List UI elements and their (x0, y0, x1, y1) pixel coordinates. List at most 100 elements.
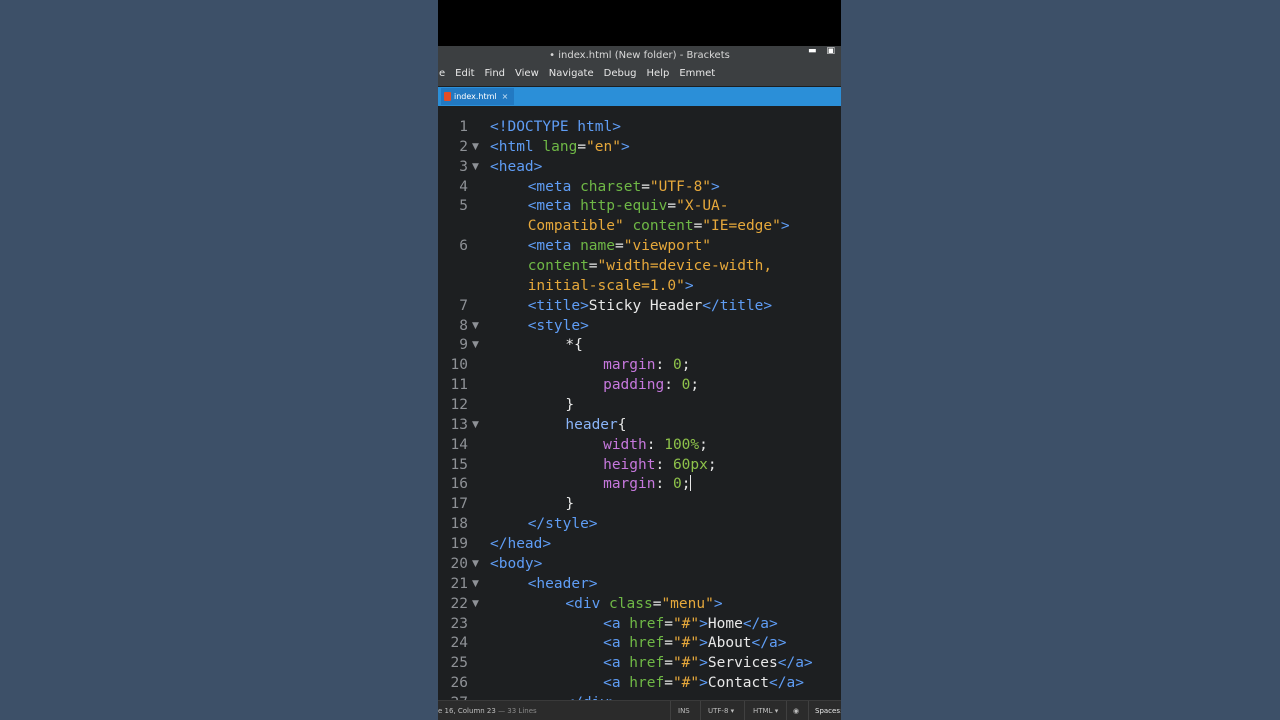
code-token-tag: <body> (490, 555, 543, 572)
fold-toggle-icon[interactable]: ▼ (472, 415, 479, 435)
code-line[interactable]: 10 margin: 0; (438, 355, 841, 375)
code-token-text: Sticky Header (588, 297, 703, 314)
code-token-tag: <a (603, 655, 621, 672)
code-line[interactable]: 21 ▼ <header> (438, 574, 841, 594)
code-line[interactable]: initial-scale=1.0"> (438, 276, 841, 296)
code-line[interactable]: 18 </style> (438, 514, 841, 534)
line-number: 17 (450, 496, 468, 513)
line-number: 18 (450, 516, 468, 533)
code-line[interactable]: 19 </head> (438, 534, 841, 554)
code-text: <a href="#">Home</a> (603, 614, 778, 634)
code-token-num: 0 (672, 476, 682, 493)
code-line[interactable]: 20 ▼ <body> (438, 554, 841, 574)
code-token-text: ; (707, 456, 717, 473)
code-line[interactable]: 8 ▼ <style> (438, 316, 841, 336)
fold-toggle-icon[interactable]: ▼ (472, 157, 479, 177)
menu-debug[interactable]: Debug (599, 66, 642, 86)
status-bar: e 16, Column 23 — 33 Lines INS UTF-8 ▾ H… (438, 700, 841, 720)
fold-toggle-icon[interactable]: ▼ (472, 137, 479, 157)
minimize-icon[interactable]: ▬ (808, 46, 817, 60)
menu-edit[interactable]: Edit (450, 66, 479, 86)
code-text: </head> (490, 534, 551, 554)
code-line[interactable]: 15 height: 60px; (438, 455, 841, 475)
code-line[interactable]: 26 <a href="#">Contact</a> (438, 673, 841, 693)
code-line[interactable]: 9 ▼ *{ (438, 335, 841, 355)
code-token-tag: > (711, 178, 720, 195)
code-token-tag: > (780, 218, 790, 235)
language-select[interactable]: HTML ▾ (753, 701, 778, 720)
insert-mode[interactable]: INS (678, 701, 690, 720)
code-text: initial-scale=1.0"> (528, 276, 694, 296)
line-number: 1 (459, 119, 468, 135)
code-token-tag: </a> (742, 615, 778, 632)
line-number: 26 (450, 675, 468, 692)
line-number: 5 (459, 198, 468, 215)
code-line[interactable]: 14 width: 100%; (438, 435, 841, 455)
code-token-punct: = (693, 218, 703, 235)
code-token-punct: = (588, 258, 598, 275)
fold-toggle-icon[interactable]: ▼ (472, 335, 479, 355)
menu-emmet[interactable]: Emmet (674, 66, 720, 86)
code-line[interactable]: 24 <a href="#">About</a> (438, 633, 841, 653)
code-token-punct: = (641, 178, 650, 195)
line-number: 7 (459, 297, 468, 314)
code-line[interactable]: 1 <!DOCTYPE html> (438, 117, 841, 137)
code-token-tag: </style> (527, 516, 598, 533)
code-line[interactable]: 3 ▼ <head> (438, 157, 841, 177)
linter-icon[interactable]: ◉ (793, 701, 799, 720)
code-line[interactable]: 13 ▼ header{ (438, 415, 841, 435)
code-token-text: } (565, 397, 575, 414)
code-token-prop: margin (603, 476, 656, 493)
code-line[interactable]: 2 ▼ <html lang="en"> (438, 137, 841, 157)
code-text: } (565, 395, 574, 415)
code-line[interactable]: content="width=device-width, (438, 256, 841, 276)
line-number: 2 (459, 138, 468, 155)
code-token-punct: = (667, 198, 677, 215)
menu-file[interactable]: e (438, 66, 450, 86)
code-token-tag: <!DOCTYPE html> (490, 119, 621, 135)
status-divider (670, 701, 671, 720)
code-line[interactable]: 27 </div> (438, 693, 841, 700)
code-token-tag: > (620, 138, 630, 155)
code-token-text: : (655, 476, 673, 493)
fold-toggle-icon[interactable]: ▼ (472, 594, 479, 614)
code-line[interactable]: Compatible" content="IE=edge"> (438, 216, 841, 236)
fold-toggle-icon[interactable]: ▼ (472, 316, 479, 336)
code-line[interactable]: 6 <meta name="viewport" (438, 236, 841, 256)
code-line[interactable]: 22 ▼ <div class="menu"> (438, 594, 841, 614)
line-number: 23 (450, 615, 468, 632)
code-line[interactable]: 12} (438, 395, 841, 415)
indent-spaces[interactable]: Spaces: (815, 701, 841, 720)
menu-help[interactable]: Help (642, 66, 675, 86)
code-token-attr: href (629, 615, 665, 632)
code-editor[interactable]: 1 <!DOCTYPE html> 2 ▼ <html lang="en"> 3 ▼ <hea… (438, 106, 841, 700)
code-line[interactable]: 25 <a href="#">Services</a> (438, 653, 841, 673)
tab-index-html[interactable]: index.html × (441, 88, 515, 105)
encoding-select[interactable]: UTF-8 ▾ (708, 701, 734, 720)
maximize-icon[interactable]: ▣ (826, 46, 835, 60)
code-token-prop: width (603, 436, 647, 453)
code-line[interactable]: 5 <meta http-equiv="X-UA- (438, 196, 841, 216)
menu-navigate[interactable]: Navigate (544, 66, 599, 86)
code-token-string: "#" (672, 615, 700, 632)
code-line[interactable]: 23 <a href="#">Home</a> (438, 614, 841, 634)
code-line[interactable]: 4 <meta charset="UTF-8"> (438, 177, 841, 197)
code-token-attr: href (629, 675, 665, 692)
code-token-text: *{ (565, 337, 583, 354)
code-text: <head> (490, 157, 542, 177)
code-line[interactable]: 7 <title>Sticky Header</title> (438, 296, 841, 316)
fold-toggle-icon[interactable]: ▼ (472, 574, 479, 594)
line-count: — 33 Lines (498, 707, 537, 715)
code-line[interactable]: 11 padding: 0; (438, 375, 841, 395)
code-line[interactable]: 16 margin: 0; (438, 474, 841, 494)
menu-view[interactable]: View (510, 66, 544, 86)
line-number: 14 (450, 436, 468, 453)
code-token-string: "#" (672, 655, 700, 672)
menu-find[interactable]: Find (480, 66, 511, 86)
fold-toggle-icon[interactable]: ▼ (472, 554, 479, 574)
code-token-string: "#" (672, 635, 700, 652)
code-line[interactable]: 17} (438, 494, 841, 514)
close-icon[interactable]: × (502, 92, 509, 101)
